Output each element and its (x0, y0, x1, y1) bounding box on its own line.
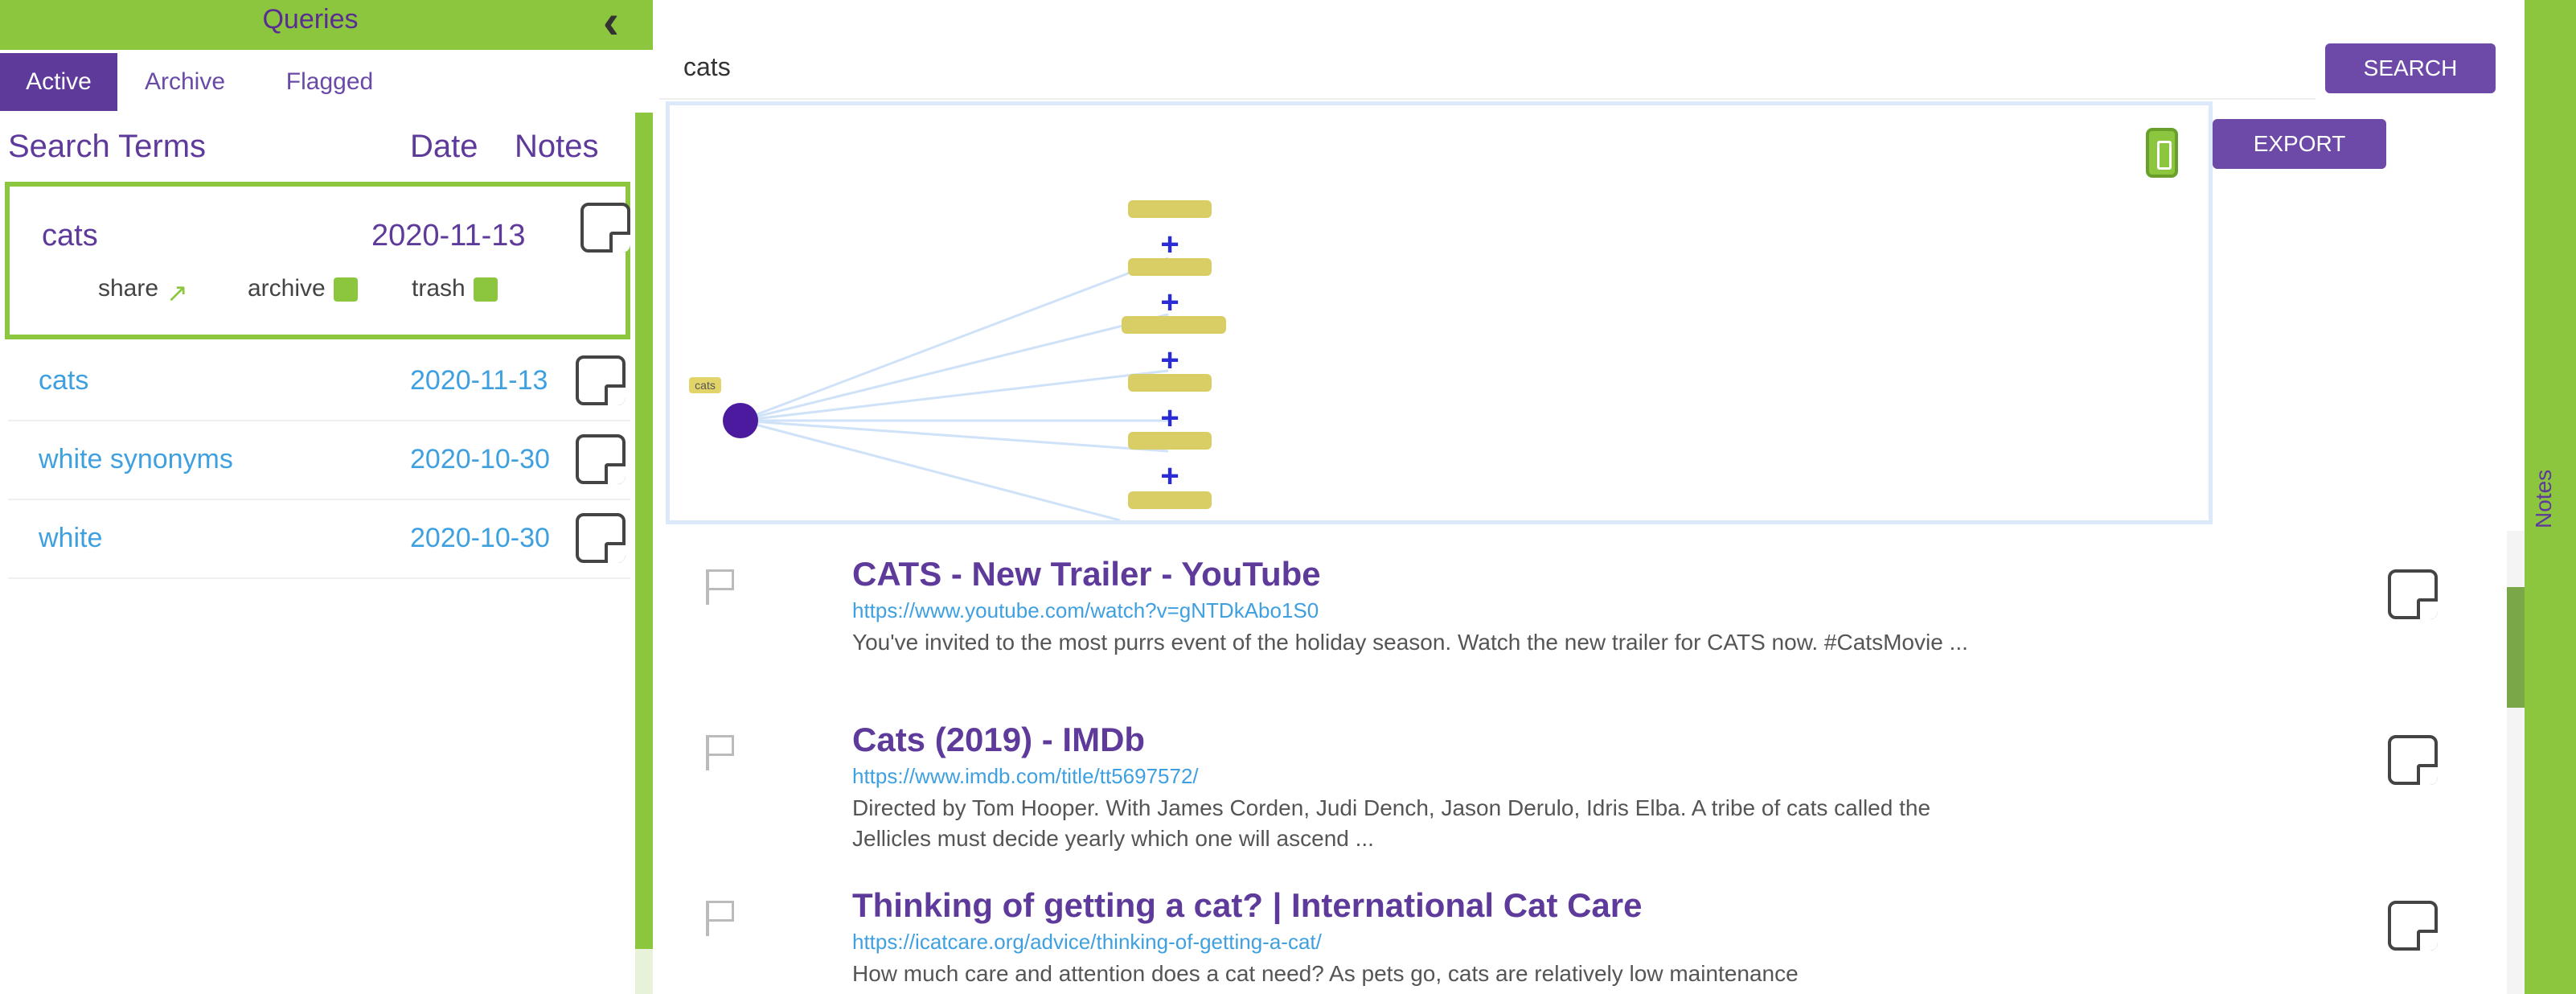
flag-icon[interactable] (699, 566, 740, 606)
query-list-item[interactable]: white synonyms 2020-10-30 (8, 423, 630, 500)
column-header-search-terms[interactable]: Search Terms (8, 129, 206, 165)
queries-panel-header: Queries ‹ (0, 0, 653, 50)
flag-icon[interactable] (699, 732, 740, 772)
query-list-item[interactable]: cats 2020-11-13 (8, 344, 630, 421)
flag-icon[interactable] (699, 897, 740, 938)
search-input[interactable] (683, 48, 2291, 85)
share-icon: ↗ (166, 278, 188, 308)
query-term-link[interactable]: white synonyms (39, 444, 233, 475)
result-title[interactable]: Thinking of getting a cat? | Internation… (852, 886, 1643, 925)
graph-node (1128, 200, 1212, 218)
app-window: Queries ‹ Active Archive Flagged Search … (0, 0, 2576, 994)
graph-edge (740, 419, 1169, 453)
graph-edge (740, 419, 1121, 520)
graph-toggle-icon[interactable] (2146, 128, 2178, 178)
search-result: Cats (2019) - IMDb https://www.imdb.com/… (706, 721, 2438, 865)
expand-icon: + (1160, 227, 1179, 262)
expand-icon: + (1160, 343, 1179, 378)
graph-node (1122, 316, 1226, 334)
query-date: 2020-10-30 (410, 523, 550, 553)
trash-label: trash (412, 275, 466, 302)
note-icon[interactable] (576, 513, 626, 563)
result-url[interactable]: https://www.imdb.com/title/tt5697572/ (852, 764, 1199, 789)
selected-query-date: 2020-11-13 (371, 219, 526, 253)
archive-label: archive (248, 275, 326, 302)
archive-action[interactable]: archive (248, 275, 358, 302)
note-icon[interactable] (2388, 735, 2438, 785)
search-result: CATS - New Trailer - YouTube https://www… (706, 555, 2438, 700)
selected-query-term: cats (42, 219, 98, 253)
search-button[interactable]: SEARCH (2325, 43, 2496, 93)
result-snippet: You've invited to the most purrs event o… (852, 630, 1968, 655)
queries-scrollbar[interactable] (635, 113, 653, 994)
column-header-notes: Notes (515, 129, 599, 164)
note-icon[interactable] (2388, 901, 2438, 951)
collapse-panel-icon[interactable]: ‹ (593, 0, 629, 47)
tab-active[interactable]: Active (0, 53, 117, 111)
note-icon[interactable] (576, 355, 626, 405)
query-graph: cats + + + + + (666, 101, 2213, 524)
graph-child-nodes: + + + + + (1122, 200, 1226, 509)
graph-edges (740, 257, 1169, 520)
result-title[interactable]: Cats (2019) - IMDb (852, 721, 1145, 759)
result-snippet: Directed by Tom Hooper. With James Corde… (852, 795, 1931, 851)
graph-root-label: cats (695, 379, 716, 392)
tab-archive[interactable]: Archive (129, 53, 241, 111)
result-snippet: How much care and attention does a cat n… (852, 961, 1799, 986)
panel-title: Queries (262, 4, 359, 35)
queries-scrollbar-thumb[interactable] (635, 113, 653, 949)
graph-node (1128, 374, 1212, 392)
query-date: 2020-11-13 (410, 365, 548, 396)
expand-icon: + (1160, 458, 1179, 494)
graph-node (1128, 491, 1212, 509)
expand-icon: + (1160, 400, 1179, 436)
query-column-headers: Search Terms Date Notes (8, 129, 627, 169)
graph-root-node (723, 403, 758, 438)
graph-node (1128, 258, 1212, 276)
result-url[interactable]: https://icatcare.org/advice/thinking-of-… (852, 930, 1322, 955)
results-scrollbar[interactable] (2507, 531, 2525, 994)
query-list-item[interactable]: white 2020-10-30 (8, 502, 630, 579)
trash-action[interactable]: trash (412, 275, 498, 302)
graph-canvas[interactable]: cats + + + + + (670, 105, 2209, 520)
queries-panel: Queries ‹ Active Archive Flagged Search … (0, 0, 653, 994)
result-title[interactable]: CATS - New Trailer - YouTube (852, 555, 1321, 594)
note-icon[interactable] (576, 434, 626, 484)
archive-icon (333, 277, 358, 302)
note-icon[interactable] (580, 203, 630, 253)
trash-icon (473, 277, 498, 302)
column-header-date[interactable]: Date (410, 129, 478, 165)
query-date: 2020-10-30 (410, 444, 550, 474)
share-label: share (98, 275, 159, 302)
results-scrollbar-thumb[interactable] (2507, 587, 2525, 708)
share-action[interactable]: share ↗ (98, 275, 188, 308)
search-bar (659, 34, 2316, 100)
result-url[interactable]: https://www.youtube.com/watch?v=gNTDkAbo… (852, 598, 1319, 623)
query-term-link[interactable]: white (39, 523, 102, 554)
notes-rail-label: Notes (2531, 469, 2556, 528)
query-term-link[interactable]: cats (39, 365, 88, 396)
search-result: Thinking of getting a cat? | Internation… (706, 886, 2438, 994)
notes-panel-toggle[interactable]: Notes (2525, 0, 2576, 994)
expand-icon: + (1160, 285, 1179, 320)
query-tabs: Active Archive Flagged (0, 53, 635, 111)
export-button[interactable]: EXPORT (2213, 119, 2386, 169)
graph-edge (740, 313, 1169, 422)
selected-query-card[interactable]: cats 2020-11-13 share ↗ archive trash (5, 182, 630, 339)
tab-flagged[interactable]: Flagged (265, 53, 394, 111)
note-icon[interactable] (2388, 569, 2438, 619)
graph-node (1128, 432, 1212, 450)
